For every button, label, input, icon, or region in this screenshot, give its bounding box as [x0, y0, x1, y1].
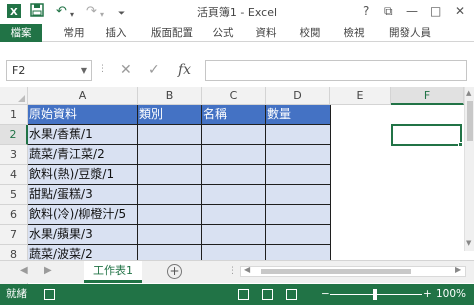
tab-data[interactable]: 資料: [248, 24, 284, 42]
scroll-right-icon[interactable]: ▶: [455, 265, 461, 274]
column-header-f[interactable]: F: [391, 87, 464, 105]
row-header-2[interactable]: 2: [0, 125, 28, 145]
select-all-button[interactable]: [0, 87, 28, 105]
worksheet-grid[interactable]: A B C D E F 1 2 3 4 5 6 7 8 9 原始資料 類別 名稱…: [0, 87, 474, 285]
add-sheet-button[interactable]: +: [167, 264, 182, 279]
page-layout-view-icon[interactable]: [262, 289, 273, 300]
sheet-tab-bar: ◀ ▶ 工作表1 + ⋮ ◀ ▶: [0, 260, 474, 283]
table-cell[interactable]: [138, 125, 202, 145]
table-cell[interactable]: [266, 145, 331, 165]
help-button[interactable]: ?: [363, 3, 369, 19]
tab-split-handle[interactable]: ⋮: [228, 266, 237, 276]
table-cell[interactable]: 水果/香蕉/1: [28, 125, 138, 145]
zoom-slider-thumb[interactable]: [373, 289, 377, 300]
table-cell[interactable]: 飲料(冷)/柳橙汁/5: [28, 205, 138, 225]
sheet-nav-prev-icon[interactable]: ◀: [20, 265, 28, 276]
ribbon-display-options-button[interactable]: ⧉: [384, 3, 393, 19]
row-header-6[interactable]: 6: [0, 205, 28, 225]
chevron-down-icon[interactable]: ▼: [81, 61, 87, 80]
scroll-down-icon[interactable]: ▼: [466, 239, 471, 247]
horizontal-scrollbar[interactable]: ◀ ▶: [240, 265, 466, 277]
table-cell[interactable]: [266, 205, 331, 225]
table-cell[interactable]: [202, 165, 266, 185]
tab-page-layout[interactable]: 版面配置: [144, 24, 200, 42]
table-cell[interactable]: [138, 165, 202, 185]
table-cell[interactable]: [202, 125, 266, 145]
formula-input[interactable]: [205, 60, 467, 81]
table-cell[interactable]: [202, 145, 266, 165]
table-header-cell[interactable]: 類別: [138, 105, 202, 125]
row-header-5[interactable]: 5: [0, 185, 28, 205]
table-cell[interactable]: 飲料(熱)/豆漿/1: [28, 165, 138, 185]
zoom-in-button[interactable]: +: [423, 284, 432, 305]
table-header-cell[interactable]: 數量: [266, 105, 331, 125]
table-cell[interactable]: [202, 205, 266, 225]
tab-view[interactable]: 檢視: [336, 24, 372, 42]
column-header-a[interactable]: A: [28, 87, 138, 105]
title-bar: X ↶ ▾ ↷ ▾ ⏷ 活頁簿1 - Excel ? ⧉ — □ ✕: [0, 0, 474, 24]
table-cell[interactable]: 蔬菜/青江菜/2: [28, 145, 138, 165]
normal-view-icon[interactable]: [238, 289, 249, 300]
vertical-scroll-thumb[interactable]: [467, 101, 473, 141]
name-box-value: F2: [12, 64, 26, 77]
macro-record-icon[interactable]: [44, 289, 55, 300]
tab-developer[interactable]: 開發人員: [382, 24, 438, 42]
zoom-level[interactable]: 100%: [436, 284, 466, 305]
row-header-3[interactable]: 3: [0, 145, 28, 165]
name-box[interactable]: F2 ▼: [6, 60, 92, 81]
zoom-out-button[interactable]: −: [321, 284, 330, 305]
minimize-button[interactable]: —: [406, 3, 418, 19]
table-cell[interactable]: 水果/蘋果/3: [28, 225, 138, 245]
vertical-scrollbar[interactable]: ▲ ▼: [464, 87, 474, 251]
table-header-cell[interactable]: 名稱: [202, 105, 266, 125]
status-bar: 就緒 − + 100%: [0, 284, 474, 305]
enter-button[interactable]: ✓: [148, 61, 160, 79]
scroll-up-icon[interactable]: ▲: [466, 89, 471, 97]
table-cell[interactable]: [266, 225, 331, 245]
tab-formulas[interactable]: 公式: [208, 24, 238, 42]
row-header-4[interactable]: 4: [0, 165, 28, 185]
formula-bar-resize-handle[interactable]: ⋮: [98, 64, 107, 74]
close-button[interactable]: ✕: [455, 3, 465, 19]
table-cell[interactable]: [138, 145, 202, 165]
insert-function-button[interactable]: fx: [178, 61, 191, 79]
ribbon-tabs: 檔案 常用 插入 版面配置 公式 資料 校閱 檢視 開發人員: [0, 24, 474, 42]
tab-review[interactable]: 校閱: [292, 24, 328, 42]
excel-window: X ↶ ▾ ↷ ▾ ⏷ 活頁簿1 - Excel ? ⧉ — □ ✕ 檔案 常用…: [0, 0, 474, 305]
page-break-preview-icon[interactable]: [286, 289, 297, 300]
window-title: 活頁簿1 - Excel: [196, 6, 278, 19]
sheet-nav-next-icon[interactable]: ▶: [44, 265, 52, 276]
row-header-7[interactable]: 7: [0, 225, 28, 245]
scroll-left-icon[interactable]: ◀: [244, 265, 250, 274]
column-header-b[interactable]: B: [138, 87, 202, 105]
table-header-cell[interactable]: 原始資料: [28, 105, 138, 125]
table-cell[interactable]: [266, 125, 331, 145]
table-cell[interactable]: [202, 185, 266, 205]
column-header-d[interactable]: D: [266, 87, 330, 105]
table-cell[interactable]: [138, 205, 202, 225]
tab-file[interactable]: 檔案: [0, 24, 42, 42]
table-cell[interactable]: [202, 225, 266, 245]
row-header-1[interactable]: 1: [0, 105, 28, 125]
column-header-e[interactable]: E: [330, 87, 391, 105]
active-cell-selection[interactable]: [391, 124, 462, 146]
table-cell[interactable]: [266, 185, 331, 205]
table-cell[interactable]: [138, 185, 202, 205]
formula-bar: F2 ▼ ⋮ ✕ ✓ fx: [0, 56, 474, 84]
cancel-entry-button[interactable]: ✕: [120, 61, 132, 79]
table-cell[interactable]: [266, 165, 331, 185]
tab-insert[interactable]: 插入: [98, 24, 134, 42]
sheet-tab-sheet1[interactable]: 工作表1: [84, 261, 142, 283]
column-header-c[interactable]: C: [202, 87, 266, 105]
horizontal-scroll-thumb[interactable]: [261, 269, 411, 274]
table-cell[interactable]: [138, 225, 202, 245]
status-text: 就緒: [6, 288, 27, 300]
fill-handle[interactable]: [458, 142, 463, 147]
tab-home[interactable]: 常用: [56, 24, 92, 42]
maximize-button[interactable]: □: [430, 3, 441, 19]
table-cell[interactable]: 甜點/蛋糕/3: [28, 185, 138, 205]
